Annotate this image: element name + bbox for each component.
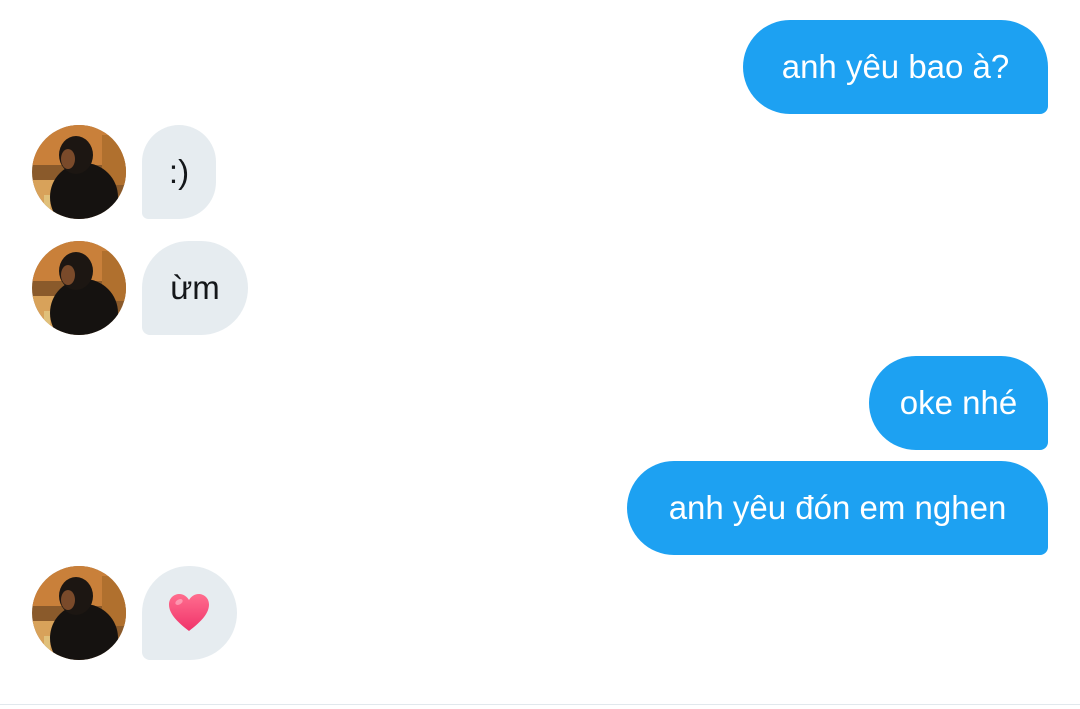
message-thread: anh yêu bao à? :) ừm oke nhé anh yêu đón…	[0, 0, 1080, 704]
avatar[interactable]	[32, 241, 126, 335]
avatar-photo-icon	[32, 566, 126, 660]
avatar-photo-icon	[32, 241, 126, 335]
divider	[0, 704, 1080, 705]
avatar[interactable]	[32, 566, 126, 660]
message-text: oke nhé	[899, 384, 1018, 421]
message-text: :)	[168, 153, 190, 190]
heart-icon	[169, 594, 209, 631]
avatar-photo-icon	[32, 125, 126, 219]
message-text: anh yêu bao à?	[781, 48, 1010, 85]
message-text: ừm	[170, 269, 220, 306]
received-message-bubble[interactable]: :)	[142, 125, 216, 219]
sent-message-bubble[interactable]: anh yêu đón em nghen	[627, 461, 1048, 555]
sent-message-bubble[interactable]: anh yêu bao à?	[743, 20, 1048, 114]
received-message-bubble[interactable]	[142, 566, 237, 660]
message-text: anh yêu đón em nghen	[668, 489, 1007, 526]
avatar[interactable]	[32, 125, 126, 219]
sent-message-bubble[interactable]: oke nhé	[869, 356, 1048, 450]
received-message-bubble[interactable]: ừm	[142, 241, 248, 335]
